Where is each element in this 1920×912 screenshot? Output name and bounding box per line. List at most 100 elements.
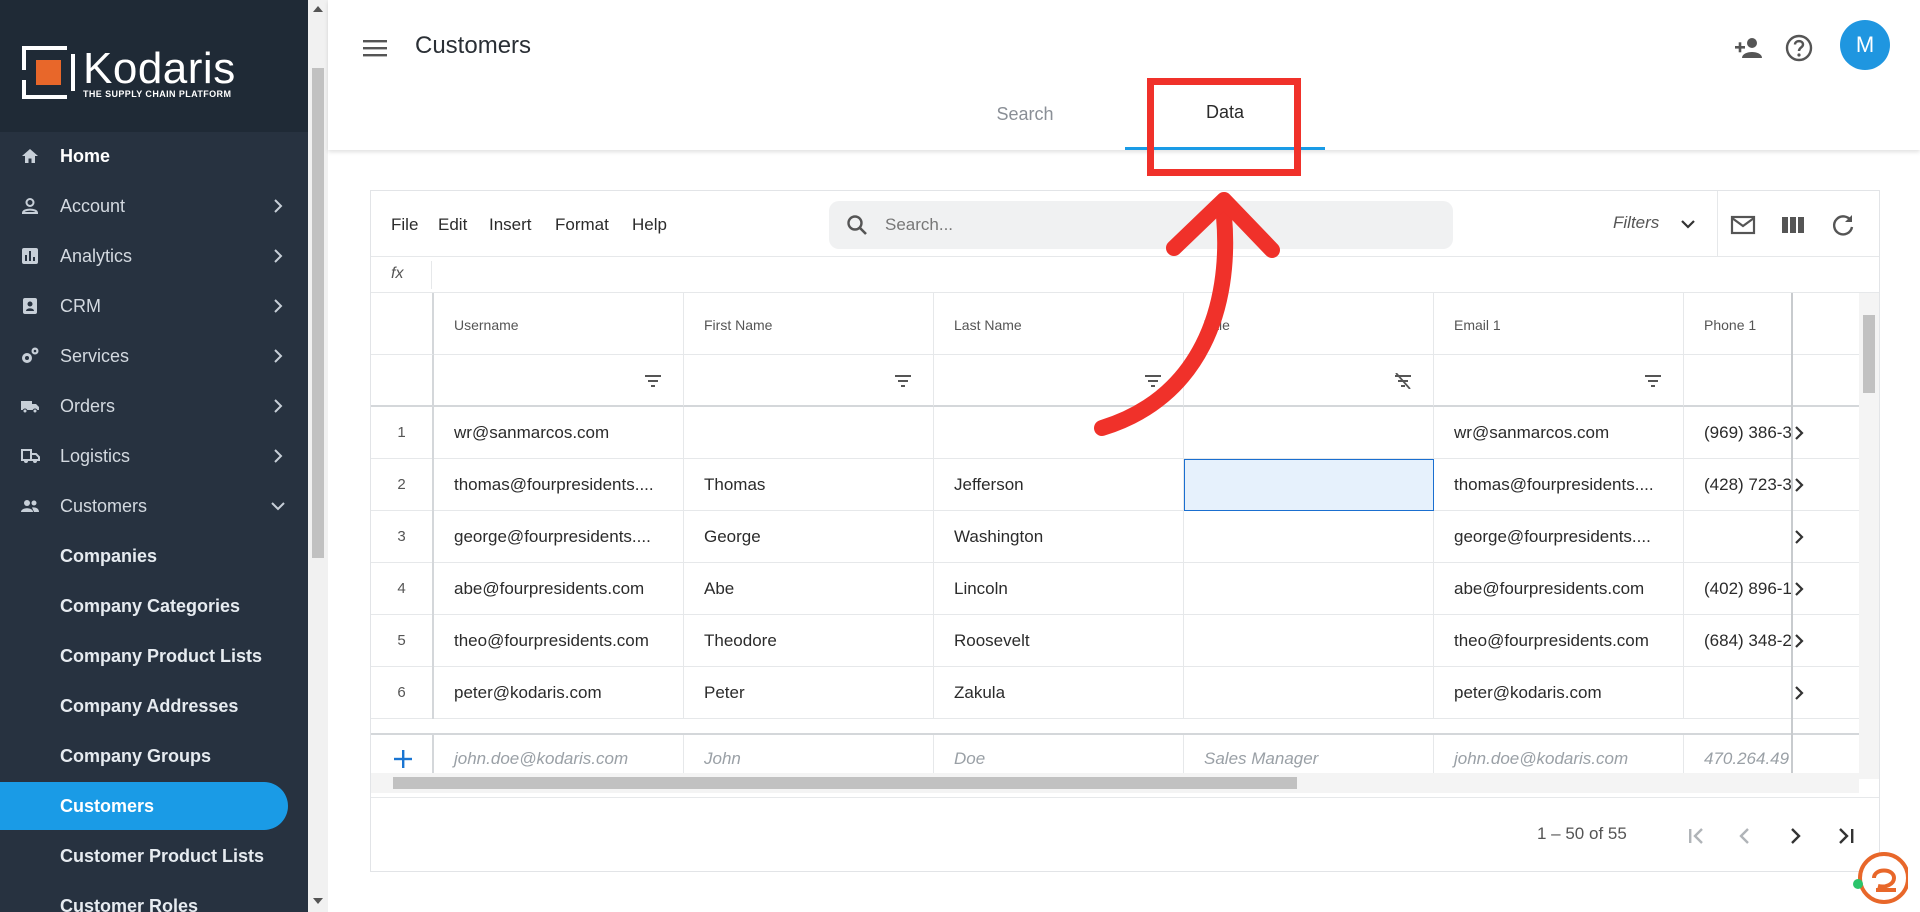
filter-icon[interactable] (644, 373, 662, 389)
cell-username[interactable]: peter@kodaris.com (434, 667, 684, 719)
table-row[interactable]: 3 george@fourpresidents.... George Washi… (371, 511, 1859, 563)
cell-title[interactable] (1184, 667, 1434, 719)
sidebar-subitem-customer-roles[interactable]: Customer Roles (0, 882, 288, 912)
sidebar-scrollbar[interactable] (308, 0, 328, 912)
menu-insert[interactable]: Insert (489, 215, 532, 235)
cell-username[interactable]: george@fourpresidents.... (434, 511, 684, 563)
cell-email-1[interactable]: peter@kodaris.com (1434, 667, 1684, 719)
cell-phone-1[interactable]: (969) 386-3 (1684, 407, 1791, 459)
last-page-icon[interactable] (1831, 822, 1859, 850)
column-header-first-name[interactable]: First Name (684, 293, 934, 355)
next-page-icon[interactable] (1781, 822, 1809, 850)
plus-icon[interactable] (391, 747, 415, 771)
scroll-up-arrow-icon[interactable] (313, 6, 323, 12)
sidebar-scrollbar-thumb[interactable] (312, 68, 324, 558)
cell-email-1[interactable]: george@fourpresidents.... (1434, 511, 1684, 563)
hamburger-menu-icon[interactable] (362, 36, 388, 60)
cell-phone-1[interactable]: (428) 723-3 (1684, 459, 1791, 511)
grid-horizontal-scrollbar-thumb[interactable] (393, 777, 1297, 789)
grid-vertical-scrollbar-thumb[interactable] (1863, 315, 1875, 393)
home-icon (22, 149, 38, 163)
cell-phone-1[interactable]: (402) 896-1 (1684, 563, 1791, 615)
sidebar-subitem-customer-product-lists[interactable]: Customer Product Lists (0, 832, 288, 880)
kodaris-logo[interactable]: Kodaris THE SUPPLY CHAIN PLATFORM (22, 46, 236, 99)
table-row[interactable]: 5 theo@fourpresidents.com Theodore Roose… (371, 615, 1859, 667)
cell-phone-1[interactable]: (684) 348-2 (1684, 615, 1791, 667)
scroll-down-arrow-icon[interactable] (313, 898, 323, 904)
sidebar-item-logistics[interactable]: Logistics (0, 436, 290, 476)
sidebar-subitem-company-addresses[interactable]: Company Addresses (0, 682, 288, 730)
sidebar-item-customers[interactable]: Customers (0, 486, 290, 526)
user-avatar[interactable]: M (1840, 20, 1890, 70)
filter-off-icon[interactable] (1394, 373, 1412, 389)
cell-phone-1[interactable] (1684, 667, 1791, 719)
filters-dropdown-label[interactable]: Filters (1613, 213, 1659, 233)
table-row[interactable]: 4 abe@fourpresidents.com Abe Lincoln abe… (371, 563, 1859, 615)
tab-search[interactable]: Search (925, 78, 1125, 150)
cell-username[interactable]: abe@fourpresidents.com (434, 563, 684, 615)
cell-email-1[interactable]: thomas@fourpresidents.... (1434, 459, 1684, 511)
column-header-email-1[interactable]: Email 1 (1434, 293, 1684, 355)
email-icon[interactable] (1729, 211, 1757, 239)
row-number: 6 (371, 667, 434, 719)
sidebar-subitem-company-categories[interactable]: Company Categories (0, 582, 288, 630)
add-person-icon[interactable] (1733, 32, 1765, 64)
cell-first-name[interactable] (684, 407, 934, 459)
first-page-icon[interactable] (1683, 822, 1711, 850)
sidebar-item-account[interactable]: Account (0, 186, 290, 226)
cell-first-name[interactable]: Theodore (684, 615, 934, 667)
table-row[interactable]: 6 peter@kodaris.com Peter Zakula peter@k… (371, 667, 1859, 719)
cell-email-1[interactable]: abe@fourpresidents.com (1434, 563, 1684, 615)
cell-title[interactable] (1184, 563, 1434, 615)
cell-first-name[interactable]: George (684, 511, 934, 563)
menu-format[interactable]: Format (555, 215, 609, 235)
cell-first-name[interactable]: Thomas (684, 459, 934, 511)
help-icon[interactable] (1783, 32, 1815, 64)
sidebar-item-orders[interactable]: Orders (0, 386, 290, 426)
menu-edit[interactable]: Edit (438, 215, 467, 235)
filter-icon[interactable] (1644, 373, 1662, 389)
sidebar-subitem-company-groups[interactable]: Company Groups (0, 732, 288, 780)
filter-cell-first-name[interactable] (684, 355, 934, 407)
cell-username[interactable]: thomas@fourpresidents.... (434, 459, 684, 511)
filter-icon[interactable] (894, 373, 912, 389)
cell-last-name[interactable]: Washington (934, 511, 1184, 563)
filter-cell-username[interactable] (434, 355, 684, 407)
cell-username[interactable]: theo@fourpresidents.com (434, 615, 684, 667)
filter-cell-email-1[interactable] (1434, 355, 1684, 407)
kodaris-logo-mark-icon (22, 46, 75, 99)
cell-title[interactable] (1184, 615, 1434, 667)
cell-last-name[interactable]: Roosevelt (934, 615, 1184, 667)
menu-help[interactable]: Help (632, 215, 667, 235)
column-header-phone-1[interactable]: Phone 1 (1684, 293, 1859, 355)
cell-email-1[interactable]: wr@sanmarcos.com (1434, 407, 1684, 459)
sidebar-subitem-companies[interactable]: Companies (0, 532, 288, 580)
cell-first-name[interactable]: Peter (684, 667, 934, 719)
filter-cell-phone-1[interactable] (1684, 355, 1859, 407)
refresh-icon[interactable] (1829, 211, 1857, 239)
previous-page-icon[interactable] (1731, 822, 1759, 850)
grid-horizontal-scrollbar[interactable] (371, 773, 1859, 793)
column-header-username[interactable]: Username (434, 293, 684, 355)
sidebar-subitem-customers[interactable]: Customers (0, 782, 288, 830)
cell-first-name[interactable]: Abe (684, 563, 934, 615)
table-row[interactable]: 2 thomas@fourpresidents.... Thomas Jeffe… (371, 459, 1859, 511)
chevron-down-icon[interactable] (1679, 215, 1697, 233)
sidebar-item-home[interactable]: Home (0, 136, 290, 176)
cell-username[interactable]: wr@sanmarcos.com (434, 407, 684, 459)
cell-title-selected[interactable] (1184, 459, 1434, 511)
cell-last-name[interactable]: Zakula (934, 667, 1184, 719)
sidebar-item-crm[interactable]: CRM (0, 286, 290, 326)
chat-support-icon[interactable] (1852, 848, 1908, 904)
cell-last-name[interactable]: Jefferson (934, 459, 1184, 511)
sidebar-item-services[interactable]: Services (0, 336, 290, 376)
sidebar-item-analytics[interactable]: Analytics (0, 236, 290, 276)
cell-title[interactable] (1184, 511, 1434, 563)
grid-vertical-scrollbar[interactable] (1859, 293, 1879, 779)
cell-phone-1[interactable] (1684, 511, 1791, 563)
cell-email-1[interactable]: theo@fourpresidents.com (1434, 615, 1684, 667)
sidebar-subitem-company-product-lists[interactable]: Company Product Lists (0, 632, 288, 680)
cell-last-name[interactable]: Lincoln (934, 563, 1184, 615)
columns-icon[interactable] (1779, 211, 1807, 239)
menu-file[interactable]: File (391, 215, 418, 235)
